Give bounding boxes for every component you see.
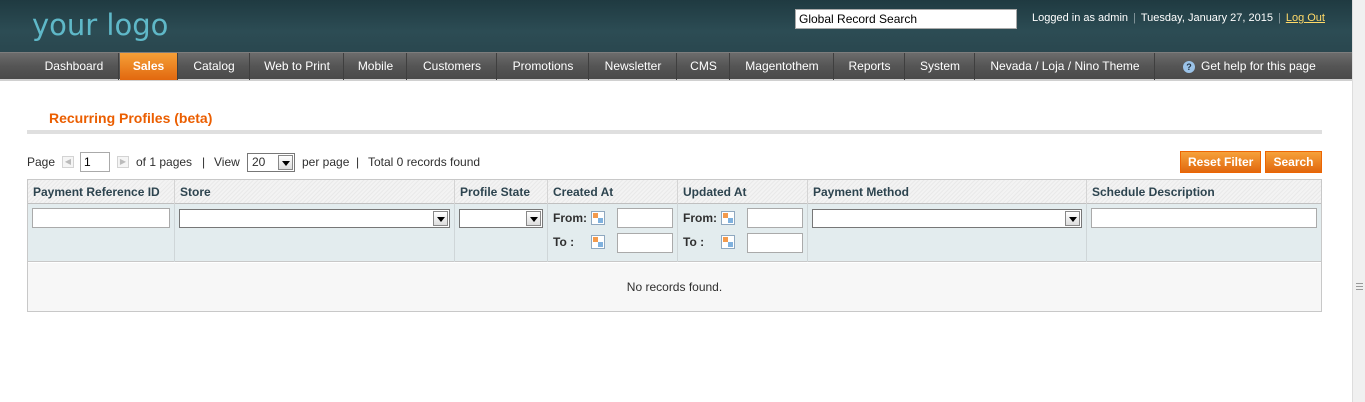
updated-to-label: To :	[683, 235, 705, 249]
per-page-label: per page	[302, 155, 350, 169]
main-nav: Dashboard Sales Catalog Web to Print Mob…	[0, 52, 1352, 81]
header-separator: |	[1277, 12, 1281, 24]
vertical-scrollbar[interactable]	[1352, 0, 1365, 402]
view-label: View	[214, 155, 240, 169]
page-title: Recurring Profiles (beta)	[49, 110, 213, 126]
nav-item-promotions[interactable]: Promotions	[498, 53, 589, 80]
page-number-input[interactable]	[80, 152, 110, 172]
profile-state-filter-select[interactable]	[459, 209, 543, 228]
filter-cell-store	[175, 204, 455, 262]
column-payment-reference-id[interactable]: Payment Reference ID	[28, 180, 175, 204]
updated-to-input[interactable]	[747, 233, 803, 253]
nav-item-mobile[interactable]: Mobile	[345, 53, 407, 80]
logo[interactable]: your logo	[32, 8, 168, 42]
column-payment-method[interactable]: Payment Method	[808, 180, 1087, 204]
chevron-down-icon[interactable]	[1065, 211, 1080, 226]
nav-item-theme[interactable]: Nevada / Loja / Nino Theme	[976, 53, 1155, 80]
next-page-icon[interactable]: ▶	[117, 156, 129, 168]
updated-from-input[interactable]	[747, 208, 803, 228]
column-profile-state[interactable]: Profile State	[455, 180, 548, 204]
created-to-label: To :	[553, 235, 575, 249]
pager-separator: |	[202, 155, 206, 169]
calendar-icon[interactable]	[591, 235, 605, 249]
reset-filter-button[interactable]: Reset Filter	[1180, 151, 1262, 173]
grid-header: Payment Reference ID Store Profile State…	[28, 180, 1321, 204]
profiles-grid: Payment Reference ID Store Profile State…	[27, 179, 1322, 312]
payment-method-filter-select[interactable]	[812, 209, 1082, 228]
help-link[interactable]: ? Get help for this page	[1183, 53, 1316, 80]
nav-item-web-to-print[interactable]: Web to Print	[251, 53, 344, 80]
per-page-value: 20	[252, 155, 266, 169]
logout-link[interactable]: Log Out	[1286, 12, 1325, 24]
created-from-label: From:	[553, 211, 587, 225]
schedule-description-filter-input[interactable]	[1091, 208, 1317, 228]
scrollbar-grip-icon[interactable]	[1356, 283, 1363, 291]
created-from-input[interactable]	[617, 208, 673, 228]
column-store[interactable]: Store	[175, 180, 455, 204]
calendar-icon[interactable]	[721, 211, 735, 225]
current-date: Tuesday, January 27, 2015	[1140, 12, 1273, 24]
store-filter-select[interactable]	[179, 209, 450, 228]
total-records: Total 0 records found	[368, 155, 481, 169]
nav-item-cms[interactable]: CMS	[678, 53, 730, 80]
header-links: Logged in as admin | Tuesday, January 27, …	[1032, 12, 1325, 24]
per-page-select[interactable]: 20	[247, 153, 295, 172]
help-label: Get help for this page	[1201, 59, 1316, 73]
page-label: Page	[27, 155, 56, 169]
pager-separator: |	[356, 155, 360, 169]
filter-row: From: To : From: To :	[28, 204, 1321, 262]
filter-cell-updated-at: From: To :	[678, 204, 808, 262]
updated-from-label: From:	[683, 211, 717, 225]
filter-cell-profile-state	[455, 204, 548, 262]
admin-header: your logo Logged in as admin | Tuesday, Ja…	[0, 0, 1352, 52]
chevron-down-icon[interactable]	[433, 211, 448, 226]
chevron-down-icon[interactable]	[526, 211, 541, 226]
nav-item-magentothem[interactable]: Magentothem	[731, 53, 834, 80]
logged-in-text: Logged in as admin	[1032, 12, 1129, 24]
payment-reference-filter-input[interactable]	[32, 208, 170, 228]
previous-page-icon[interactable]: ◀	[62, 156, 74, 168]
nav-item-system[interactable]: System	[906, 53, 975, 80]
empty-message: No records found.	[28, 263, 1321, 311]
global-search-input[interactable]	[795, 9, 1017, 29]
calendar-icon[interactable]	[721, 235, 735, 249]
nav-item-reports[interactable]: Reports	[835, 53, 905, 80]
filter-cell-schedule-description	[1087, 204, 1321, 262]
nav-item-dashboard[interactable]: Dashboard	[30, 53, 119, 80]
nav-item-sales[interactable]: Sales	[120, 53, 178, 80]
nav-item-catalog[interactable]: Catalog	[179, 53, 250, 80]
header-separator: |	[1133, 12, 1136, 24]
chevron-down-icon[interactable]	[278, 155, 293, 170]
filter-cell-created-at: From: To :	[548, 204, 678, 262]
help-icon: ?	[1183, 61, 1195, 73]
column-schedule-description[interactable]: Schedule Description	[1087, 180, 1321, 204]
nav-item-newsletter[interactable]: Newsletter	[590, 53, 677, 80]
title-divider	[27, 130, 1322, 134]
column-updated-at[interactable]: Updated At	[678, 180, 808, 204]
created-to-input[interactable]	[617, 233, 673, 253]
column-created-at[interactable]: Created At	[548, 180, 678, 204]
page-count: of 1 pages	[136, 155, 193, 169]
filter-cell-payment-method	[808, 204, 1087, 262]
search-button[interactable]: Search	[1265, 151, 1322, 173]
calendar-icon[interactable]	[591, 211, 605, 225]
nav-item-customers[interactable]: Customers	[408, 53, 497, 80]
filter-cell-payment-reference	[28, 204, 175, 262]
